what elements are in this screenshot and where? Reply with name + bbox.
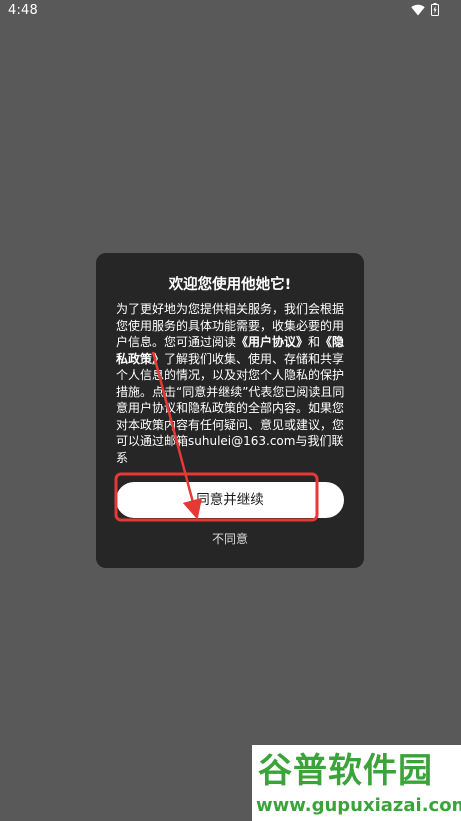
dialog-body: 为了更好地为您提供相关服务，我们会根据您使用服务的具体功能需要，收集必要的用户信… <box>116 301 346 466</box>
watermark-logo: 谷普软件园 <box>258 751 433 791</box>
body-text-details: 了解我们收集、使用、存储和共享个人信息的情况，以及对您个人隐私的保护措施。点击“… <box>116 351 345 465</box>
status-time: 4:48 <box>8 3 38 18</box>
battery-icon <box>431 3 439 16</box>
body-text-and: 和 <box>308 335 321 349</box>
status-bar: 4:48 <box>0 0 461 22</box>
wifi-icon <box>411 4 425 15</box>
user-agreement-link[interactable]: 《用户协议》 <box>236 335 308 349</box>
watermark: 谷普软件园 www.gupuxiazai.com <box>252 745 461 821</box>
watermark-url: www.gupuxiazai.com <box>256 795 461 816</box>
privacy-dialog: 欢迎您使用他她它! 为了更好地为您提供相关服务，我们会根据您使用服务的具体功能需… <box>96 253 364 568</box>
agree-continue-button[interactable]: 同意并继续 <box>116 482 344 518</box>
disagree-button[interactable]: 不同意 <box>96 530 364 547</box>
dialog-title: 欢迎您使用他她它! <box>168 277 292 293</box>
status-icons <box>411 3 439 16</box>
